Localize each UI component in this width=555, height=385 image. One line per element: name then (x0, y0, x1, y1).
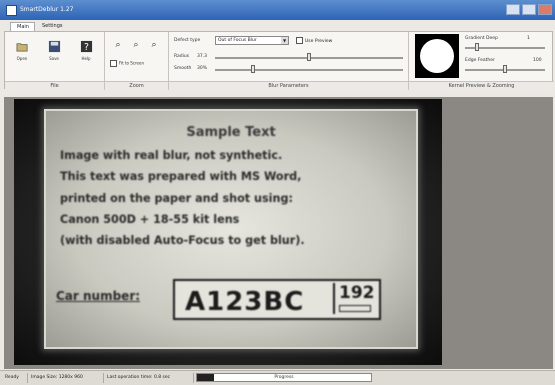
radius-value: 37.3 (197, 54, 208, 59)
gradient-slider-thumb[interactable] (475, 43, 479, 51)
tab-main[interactable]: Main (10, 22, 35, 31)
status-operation-time: Last operation time: 0.8 sec (104, 373, 194, 383)
open-icon (16, 43, 28, 52)
title-bar: SmartDeblur 1.27 (0, 0, 555, 20)
blur-params-label: Blur Parameters (169, 81, 408, 90)
use-preview-label: Use Preview (305, 39, 333, 44)
text-line: (with disabled Auto-Focus to get blur). (60, 234, 305, 248)
svg-text:?: ? (84, 42, 89, 53)
smooth-slider-thumb[interactable] (250, 65, 255, 73)
fit-to-screen-checkbox[interactable]: Fit to Screen (110, 60, 144, 67)
help-button[interactable]: ? Help (77, 40, 95, 61)
radius-label: Radius (174, 54, 190, 59)
zoom-group: ⌕ ⌕ ⌕ Fit to Screen Zoom (105, 32, 169, 90)
file-group-label: File (5, 81, 104, 90)
defect-type-value: Out of Focus Blur (218, 38, 257, 43)
app-icon (6, 5, 17, 16)
plate-region-number: 192 (339, 283, 375, 303)
car-number-label: Car number: (56, 289, 141, 303)
fit-label: Fit to Screen (119, 60, 144, 66)
plate-number: A123BC (185, 287, 305, 317)
gradient-value: 1 (527, 36, 530, 41)
help-label: Help (81, 56, 91, 61)
sample-heading: Sample Text (186, 125, 276, 140)
chevron-down-icon: ▼ (281, 37, 288, 44)
text-line: Image with real blur, not synthetic. (60, 149, 283, 162)
use-preview-box (296, 37, 303, 44)
progress-text: Progress (274, 375, 294, 380)
gradient-label: Gradient Deep (465, 36, 498, 41)
app-window: SmartDeblur 1.27 Main Settings 2 Open Sa… (0, 0, 555, 385)
sample-body: Image with real blur, not synthetic. Thi… (60, 145, 408, 251)
defect-type-label: Defect type (174, 38, 201, 43)
maximize-button[interactable] (522, 4, 536, 15)
status-image-size: Image Size: 1280x 960 (28, 373, 104, 383)
fit-checkbox-box (110, 60, 117, 67)
close-button[interactable] (538, 4, 552, 15)
ribbon-tabs: Main Settings 2 (0, 21, 555, 38)
status-bar: Ready Image Size: 1280x 960 Last operati… (0, 370, 555, 385)
use-preview-checkbox[interactable]: Use Preview (296, 37, 332, 44)
smooth-value: 30% (197, 66, 208, 71)
photo: Sample Text Image with real blur, not sy… (14, 99, 442, 365)
save-icon (48, 40, 60, 53)
smooth-label: Smooth (174, 66, 192, 71)
text-line: printed on the paper and shot using: (60, 191, 293, 205)
plate-flag (339, 305, 371, 312)
license-plate: A123BC 192 (173, 279, 381, 320)
kernel-preview-label: Kernel Preview & Zooming (409, 81, 554, 90)
ribbon: Open Save ? Help File ⌕ ⌕ ⌕ Fit to Scree… (4, 31, 554, 90)
edge-label: Edge Feather (465, 58, 495, 63)
image-canvas[interactable]: Sample Text Image with real blur, not sy… (4, 97, 553, 369)
tab-settings[interactable]: Settings 2 (36, 22, 71, 38)
zoom-in-icon[interactable]: ⌕ (113, 40, 123, 50)
open-button[interactable]: Open (13, 40, 31, 61)
defect-type-select[interactable]: Out of Focus Blur ▼ (215, 36, 289, 45)
smooth-slider-track[interactable] (215, 69, 403, 71)
open-label: Open (16, 56, 28, 61)
zoom-group-label: Zoom (105, 81, 168, 90)
progress-bar: Progress (196, 373, 372, 382)
plate-region: 192 (333, 283, 379, 314)
status-ready: Ready (2, 373, 28, 383)
minimize-button[interactable] (506, 4, 520, 15)
radius-slider-thumb[interactable] (307, 53, 311, 61)
kernel-preview-group: Gradient Deep 1 Edge Feather 100 Kernel … (409, 32, 554, 90)
help-icon: ? (80, 40, 92, 53)
edge-value: 100 (533, 58, 542, 63)
save-label: Save (49, 56, 59, 61)
file-group: Open Save ? Help File (5, 32, 105, 90)
kernel-preview (415, 34, 459, 78)
kernel-disc (420, 39, 454, 73)
text-line: This text was prepared with MS Word, (60, 170, 302, 184)
window-title: SmartDeblur 1.27 (20, 6, 74, 13)
blur-params-group: Defect type Out of Focus Blur ▼ Use Prev… (169, 32, 409, 90)
save-button[interactable]: Save (45, 40, 63, 61)
text-line: Canon 500D + 18-55 kit lens (60, 212, 240, 226)
paper-sheet: Sample Text Image with real blur, not sy… (44, 109, 418, 349)
zoom-out-icon[interactable]: ⌕ (149, 40, 159, 50)
edge-slider-thumb[interactable] (503, 65, 507, 73)
zoom-reset-icon[interactable]: ⌕ (131, 40, 141, 50)
